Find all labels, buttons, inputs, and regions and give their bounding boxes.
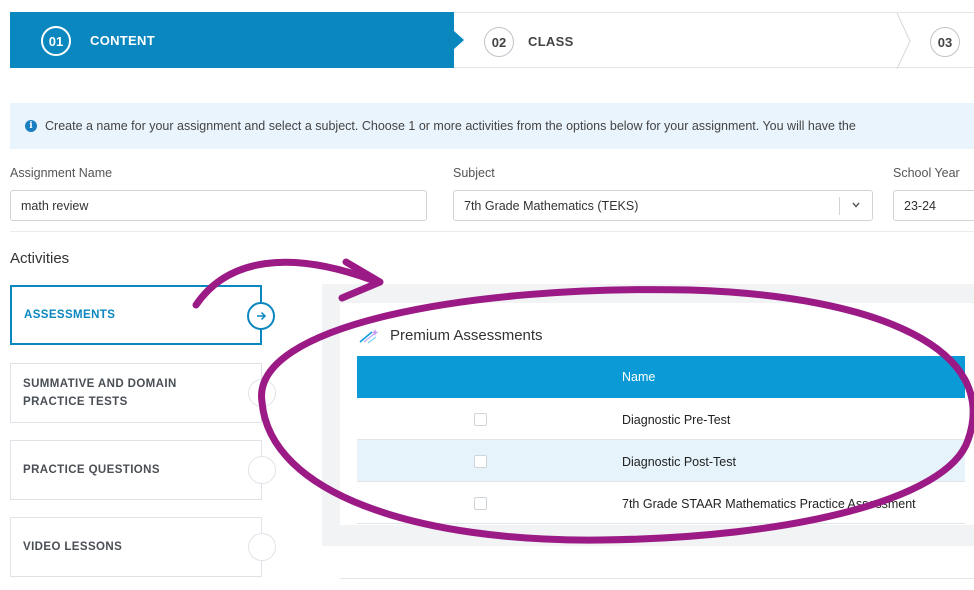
- row-checkbox[interactable]: [474, 413, 487, 426]
- step-number: 01: [41, 26, 71, 56]
- school-year-select[interactable]: 23-24: [893, 190, 974, 221]
- circle-icon: [248, 456, 276, 484]
- row-checkbox[interactable]: [474, 497, 487, 510]
- subject-select[interactable]: 7th Grade Mathematics (TEKS): [453, 190, 873, 221]
- activity-label: SUMMATIVE AND DOMAIN PRACTICE TESTS: [23, 375, 177, 411]
- activity-label: PRACTICE QUESTIONS: [23, 464, 160, 476]
- activity-video-lessons[interactable]: VIDEO LESSONS: [10, 517, 276, 577]
- activity-label-line: PRACTICE TESTS: [23, 396, 128, 408]
- circle-icon: [248, 379, 276, 407]
- arrow-right-icon: [247, 302, 275, 330]
- activity-summative-tests[interactable]: SUMMATIVE AND DOMAIN PRACTICE TESTS: [10, 363, 276, 423]
- step-label: CLASS: [528, 34, 574, 49]
- column-header-name[interactable]: Name: [622, 370, 655, 384]
- activity-label: ASSESSMENTS: [24, 309, 116, 321]
- activity-label-line: SUMMATIVE AND DOMAIN: [23, 378, 177, 390]
- info-banner: i Create a name for your assignment and …: [10, 103, 974, 149]
- progress-stepper: 01 CONTENT 02 CLASS 03: [10, 12, 974, 69]
- chevron-down-icon: [852, 202, 860, 208]
- activity-assessments[interactable]: ASSESSMENTS: [10, 285, 275, 345]
- school-year-value: 23-24: [904, 198, 936, 213]
- assignment-name-label: Assignment Name: [10, 166, 113, 180]
- premium-assessments-title: Premium Assessments: [358, 327, 543, 344]
- next-panel: [340, 578, 974, 590]
- sparkle-icon: [359, 328, 379, 343]
- panel-title-text: Premium Assessments: [390, 327, 543, 344]
- assignment-name-value: math review: [21, 198, 89, 213]
- step-divider-icon: [896, 13, 911, 69]
- subject-value: 7th Grade Mathematics (TEKS): [464, 198, 639, 213]
- row-name: 7th Grade STAAR Mathematics Practice Ass…: [622, 497, 916, 511]
- table-header: [357, 356, 965, 398]
- circle-icon: [248, 533, 276, 561]
- row-checkbox[interactable]: [474, 455, 487, 468]
- activities-heading: Activities: [10, 250, 70, 267]
- activity-label: VIDEO LESSONS: [23, 541, 123, 553]
- step-number: 03: [930, 27, 960, 57]
- row-name: Diagnostic Pre-Test: [622, 413, 731, 427]
- assignment-name-input[interactable]: math review: [10, 190, 427, 221]
- step-label: CONTENT: [90, 33, 155, 48]
- info-icon: i: [25, 120, 37, 132]
- step-content[interactable]: 01 CONTENT: [10, 12, 454, 68]
- row-name: Diagnostic Post-Test: [622, 455, 736, 469]
- step-number: 02: [484, 27, 514, 57]
- select-separator: [839, 197, 840, 215]
- step-arrow: [454, 31, 464, 49]
- divider: [10, 231, 974, 232]
- activity-practice-questions[interactable]: PRACTICE QUESTIONS: [10, 440, 276, 500]
- school-year-label: School Year: [893, 166, 960, 180]
- subject-label: Subject: [453, 166, 495, 180]
- info-text: Create a name for your assignment and se…: [45, 119, 856, 133]
